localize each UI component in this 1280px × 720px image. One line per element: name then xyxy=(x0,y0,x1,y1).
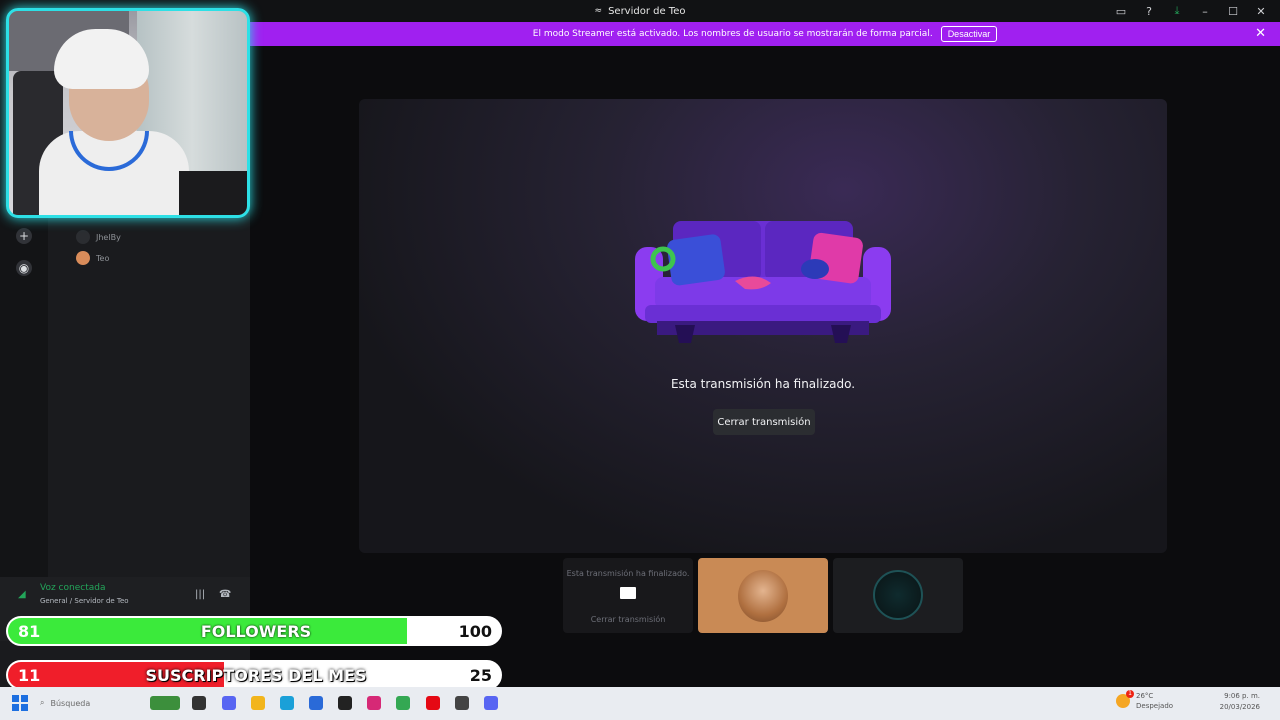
close-icon[interactable]: ✕ xyxy=(1254,4,1268,18)
webcam-person-cap xyxy=(54,29,149,89)
store-icon[interactable] xyxy=(309,696,323,710)
discord-icon: ≈ xyxy=(594,6,603,16)
close-stream-button[interactable]: Cerrar transmisión xyxy=(713,409,815,435)
instagram-icon[interactable] xyxy=(367,696,381,710)
participant-tile-stream[interactable]: Esta transmisión ha finalizado. Cerrar t… xyxy=(563,558,693,633)
participant-tile-logo[interactable] xyxy=(833,558,963,633)
subs-goal: 25 xyxy=(469,666,492,685)
webcam-desk xyxy=(179,171,247,215)
search-icon: ⌕ xyxy=(40,698,45,707)
signal-icon: ◢ xyxy=(18,589,26,600)
weather-badge: 1 xyxy=(1126,690,1134,698)
stream-stage: Esta transmisión ha finalizado. Cerrar t… xyxy=(359,99,1167,553)
webcam-overlay xyxy=(6,8,250,218)
netflix-icon[interactable] xyxy=(426,696,440,710)
chrome-icon[interactable] xyxy=(396,696,410,710)
streamer-mode-banner: El modo Streamer está activado. Los nomb… xyxy=(250,22,1280,46)
voice-status[interactable]: Voz conectada xyxy=(40,583,105,593)
task-view-icon[interactable] xyxy=(192,696,206,710)
inbox-icon[interactable]: ▭ xyxy=(1114,4,1128,18)
clock-date: 20/03/2026 xyxy=(1219,703,1260,711)
member-name: Teo xyxy=(96,253,110,263)
explore-icon[interactable]: ◉ xyxy=(16,260,32,276)
stream-ended-message: Esta transmisión ha finalizado. xyxy=(670,377,856,391)
avatar xyxy=(76,230,90,244)
help-icon[interactable]: ? xyxy=(1142,4,1156,18)
clock-time: 9:06 p. m. xyxy=(1224,692,1260,700)
couch-illustration xyxy=(635,221,891,343)
minimize-icon[interactable]: – xyxy=(1198,4,1212,18)
participant-tile-user[interactable] xyxy=(698,558,828,633)
disable-streamer-mode-button[interactable]: Desactivar xyxy=(940,26,998,42)
avatar xyxy=(873,570,923,620)
widget-icon[interactable] xyxy=(150,696,180,710)
sun-icon: 1 xyxy=(1116,690,1134,708)
app-root: ≈ Servidor de Teo ▭ ? ⤓ – ☐ ✕ El modo St… xyxy=(0,0,1280,720)
clock[interactable]: 9:06 p. m. 20/03/2026 xyxy=(1220,691,1260,713)
subs-label: SUSCRIPTORES DEL MES xyxy=(145,666,367,685)
maximize-icon[interactable]: ☐ xyxy=(1226,4,1240,18)
weather-widget[interactable]: 1 26°C Despejado xyxy=(1116,690,1174,711)
avatar xyxy=(738,570,788,622)
banner-message: El modo Streamer está activado. Los nomb… xyxy=(532,29,933,39)
tile-ended-message: Esta transmisión ha finalizado. xyxy=(566,569,690,578)
windows-taskbar: ⌕ Búsqueda 1 26°C Despejado 9:06 p. m. 2… xyxy=(0,687,1280,720)
subs-goal-bar: 11 SUSCRIPTORES DEL MES 25 xyxy=(6,660,502,690)
noise-suppression-icon[interactable]: ||| xyxy=(195,589,205,600)
followers-label: FOLLOWERS xyxy=(200,622,312,641)
file-explorer-icon[interactable] xyxy=(251,696,265,710)
add-server-icon[interactable]: + xyxy=(16,228,32,244)
banner-close-icon[interactable]: ✕ xyxy=(1255,26,1266,41)
edge-icon[interactable] xyxy=(280,696,294,710)
download-icon[interactable]: ⤓ xyxy=(1170,4,1184,18)
x-icon[interactable] xyxy=(338,696,352,710)
tile-close-stream[interactable]: Cerrar transmisión xyxy=(563,615,693,624)
discord-taskbar-icon[interactable] xyxy=(222,696,236,710)
voice-member[interactable]: Teo xyxy=(76,251,109,265)
avatar xyxy=(76,251,90,265)
discord-app-icon[interactable] xyxy=(484,696,498,710)
search-placeholder: Búsqueda xyxy=(50,698,91,708)
voice-channel[interactable]: General / Servidor de Teo xyxy=(40,597,129,605)
weather-desc: Despejado xyxy=(1136,702,1174,710)
voice-member[interactable]: JhelBy xyxy=(76,230,121,244)
monitor-icon xyxy=(620,587,636,599)
weather-temp: 26°C xyxy=(1136,692,1154,700)
followers-goal: 100 xyxy=(458,622,492,641)
followers-goal-bar: 81 FOLLOWERS 100 xyxy=(6,616,502,646)
windows-start-icon[interactable] xyxy=(12,695,28,711)
disconnect-icon[interactable]: ☎ xyxy=(219,589,231,600)
obs-icon[interactable] xyxy=(455,696,469,710)
member-name: JhelBy xyxy=(96,232,121,242)
window-title: Servidor de Teo xyxy=(608,5,686,17)
